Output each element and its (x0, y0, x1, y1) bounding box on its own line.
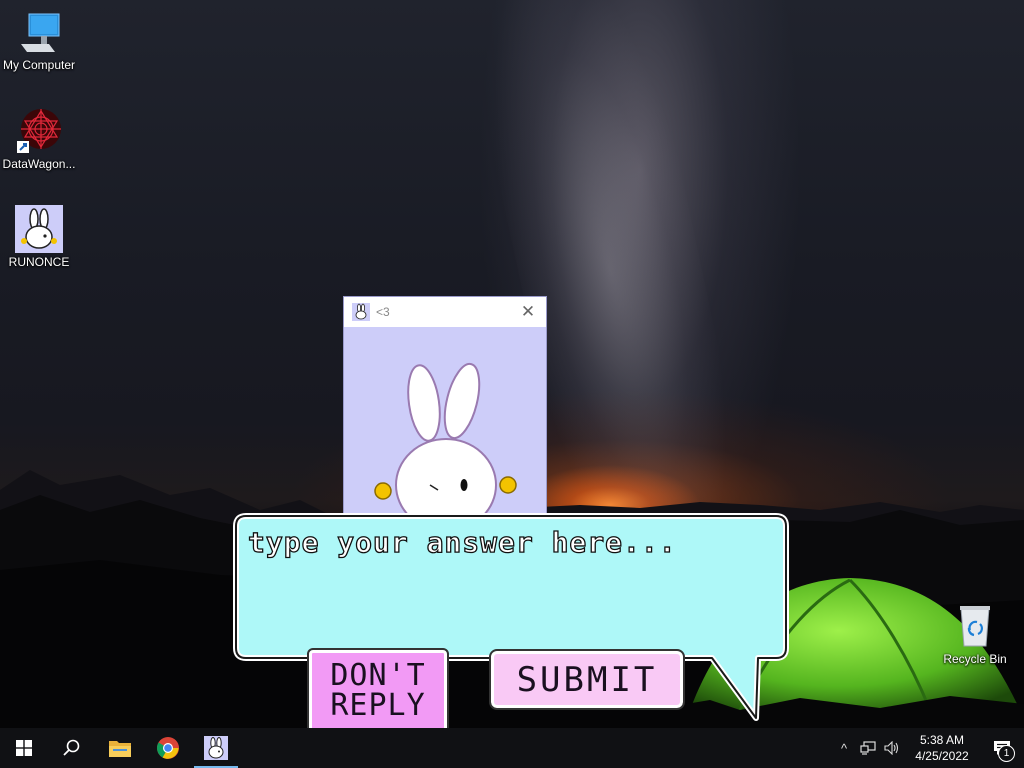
bunny-icon (204, 736, 228, 760)
bunny-icon (15, 205, 63, 253)
desktop-icon-recycle-bin[interactable]: Recycle Bin (937, 602, 1013, 666)
window-title: <3 (376, 305, 390, 319)
chrome-icon (157, 737, 179, 759)
monitor-icon (15, 8, 63, 56)
system-tray: ^ 5:38 AM 4/25/2022 1 (832, 728, 1024, 768)
desktop-icon-runonce[interactable]: RUNONCE (1, 205, 77, 269)
window-titlebar[interactable]: <3 ✕ (344, 297, 546, 327)
close-icon: ✕ (520, 302, 536, 321)
volume-button[interactable] (880, 728, 904, 768)
clock-time: 5:38 AM (919, 733, 965, 747)
taskbar-runonce[interactable] (192, 728, 240, 768)
desktop-icon-label: RUNONCE (8, 255, 70, 269)
folder-icon (109, 741, 131, 757)
start-button[interactable] (0, 728, 48, 768)
show-hidden-icons-button[interactable]: ^ (832, 728, 856, 768)
taskbar-chrome[interactable] (144, 728, 192, 768)
taskbar: ^ 5:38 AM 4/25/2022 1 (0, 728, 1024, 768)
taskbar-file-explorer[interactable] (96, 728, 144, 768)
bunny-dialog-window[interactable]: <3 ✕ (343, 296, 547, 532)
windows-logo-icon (16, 740, 32, 756)
answer-input[interactable]: type your answer here... (247, 525, 677, 559)
desktop-icon-datawagon[interactable]: DataWagon... (1, 107, 77, 171)
desktop-icon-my-computer[interactable]: My Computer (1, 8, 77, 72)
datawagon-icon (15, 107, 63, 155)
search-button[interactable] (48, 728, 96, 768)
speaker-icon (884, 741, 899, 755)
search-icon (63, 739, 80, 756)
recycle-bin-icon (951, 602, 999, 650)
dont-reply-button[interactable]: DON'T REPLY (307, 648, 449, 734)
network-icon (860, 741, 876, 755)
action-center-button[interactable]: 1 (980, 728, 1024, 768)
bunny-illustration (374, 362, 517, 532)
desktop-icon-label: DataWagon... (2, 157, 76, 171)
notification-count-badge: 1 (998, 745, 1015, 762)
chevron-up-icon: ^ (840, 740, 848, 756)
desktop-icon-label: Recycle Bin (943, 652, 1007, 666)
submit-label: SUBMIT (516, 659, 658, 700)
desktop-icon-label: My Computer (2, 58, 76, 72)
submit-button[interactable]: SUBMIT (489, 649, 685, 710)
bunny-icon (352, 303, 370, 321)
clock-date: 4/25/2022 (915, 749, 969, 763)
network-button[interactable] (856, 728, 880, 768)
dont-reply-label: DON'T REPLY (330, 658, 426, 723)
clock[interactable]: 5:38 AM 4/25/2022 (904, 732, 980, 764)
close-button[interactable]: ✕ (516, 300, 540, 324)
